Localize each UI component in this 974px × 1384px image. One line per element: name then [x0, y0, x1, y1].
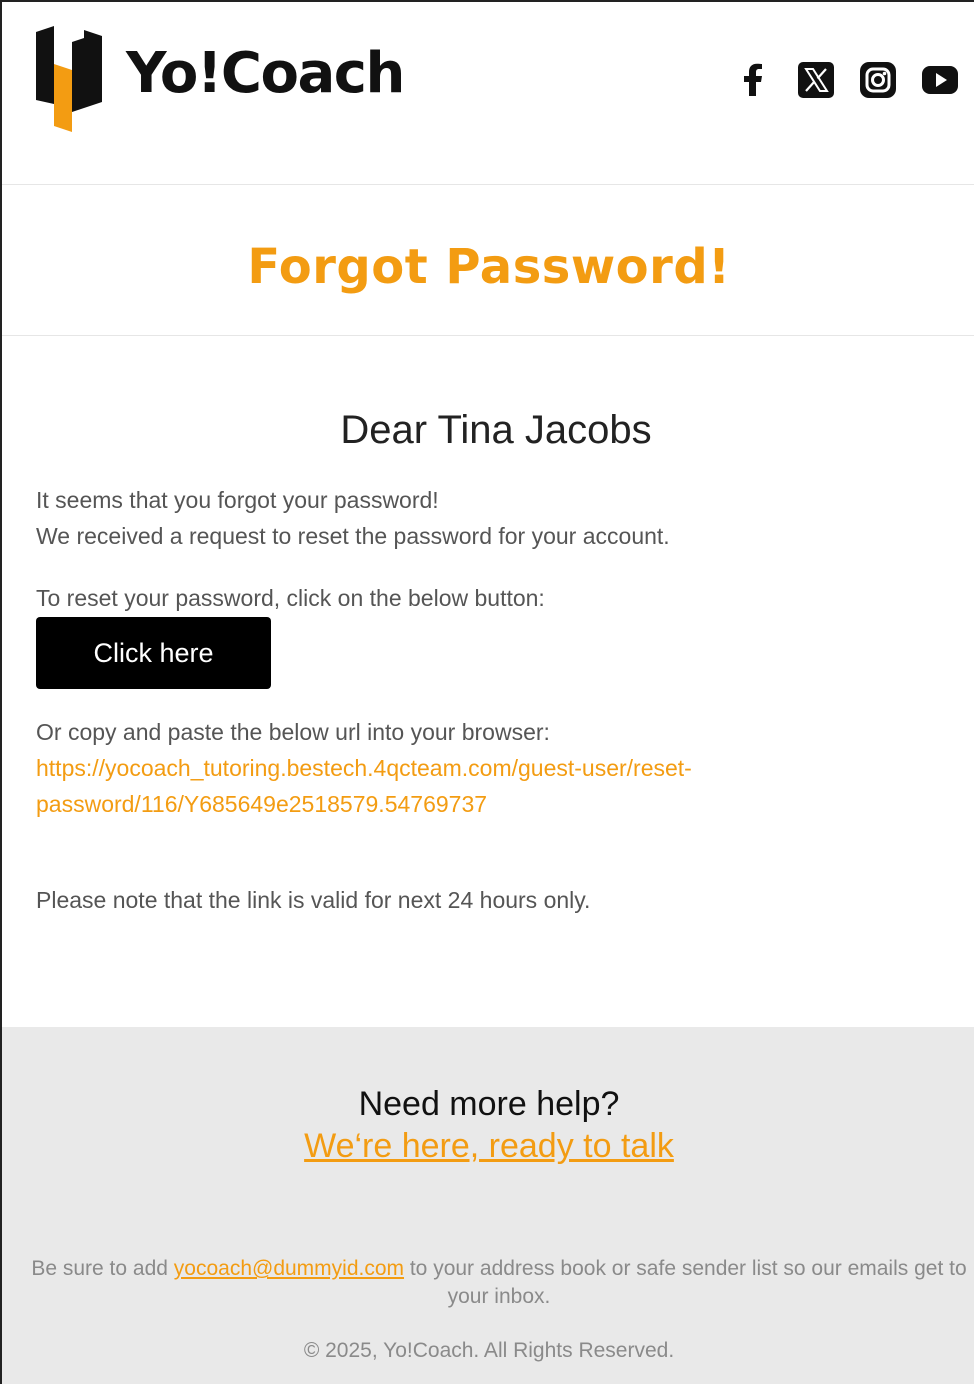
note-suffix: to your address book or safe sender list…: [404, 1257, 967, 1308]
x-twitter-icon[interactable]: [796, 60, 836, 100]
email-frame: Yo!Coach Forgot Password! Dear Tina Jaco…: [0, 0, 974, 1384]
sender-email-link[interactable]: yocoach@dummyid.com: [174, 1257, 404, 1280]
social-links: [734, 60, 960, 100]
copy-instruction: Or copy and paste the below url into you…: [36, 719, 550, 745]
title-band: Forgot Password!: [2, 185, 974, 336]
intro-text: It seems that you forgot your password! …: [36, 482, 670, 554]
brand-logo[interactable]: Yo!Coach: [32, 26, 412, 136]
copyright: © 2025, Yo!Coach. All Rights Reserved.: [303, 1339, 675, 1362]
brand-name: Yo!Coach: [126, 41, 405, 106]
reset-url-link-line-2[interactable]: password/116/Y685649e2518579.54769737: [36, 786, 692, 822]
note-prefix: Be sure to add: [31, 1257, 174, 1280]
youtube-icon[interactable]: [920, 60, 960, 100]
email-footer: Need more help? We‘re here, ready to tal…: [2, 1027, 974, 1384]
intro-line-2: We received a request to reset the passw…: [36, 523, 670, 549]
facebook-icon[interactable]: [734, 60, 774, 100]
reset-url-link-line-1[interactable]: https://yocoach_tutoring.bestech.4qcteam…: [36, 750, 692, 786]
reset-instruction: To reset your password, click on the bel…: [36, 585, 545, 611]
validity-note: Please note that the link is valid for n…: [36, 887, 591, 913]
safe-sender-note: Be sure to add yocoach@dummyid.com to yo…: [22, 1255, 974, 1311]
greeting: Dear Tina Jacobs: [340, 408, 652, 452]
contact-link[interactable]: We‘re here, ready to talk: [304, 1127, 674, 1165]
yocoach-logo-icon: [36, 26, 102, 132]
instagram-icon[interactable]: [858, 60, 898, 100]
url-section: Or copy and paste the below url into you…: [36, 714, 692, 822]
help-question: Need more help?: [358, 1085, 620, 1123]
contact-link-wrapper: We‘re here, ready to talk: [2, 1127, 974, 1166]
intro-line-1: It seems that you forgot your password!: [36, 487, 439, 513]
reset-password-button[interactable]: Click here: [36, 617, 271, 689]
email-header: Yo!Coach: [2, 2, 974, 185]
email-title: Forgot Password!: [247, 239, 731, 295]
